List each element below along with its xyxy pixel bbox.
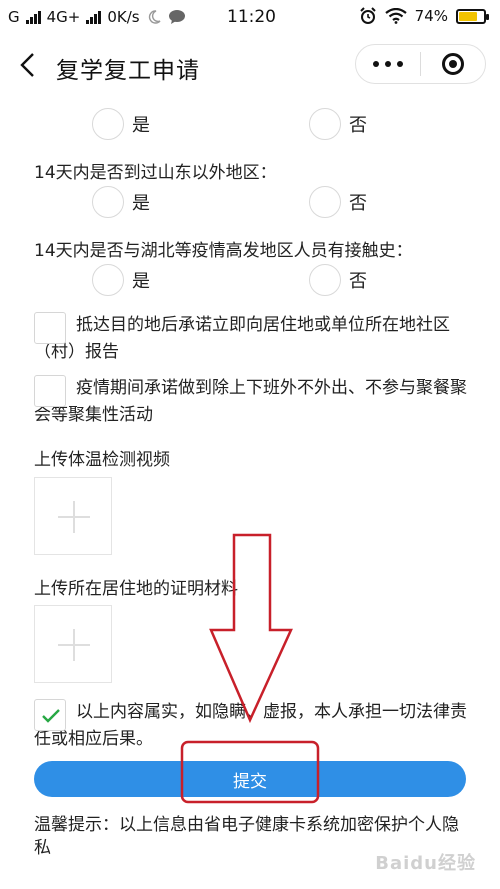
upload-proof-button[interactable] [34, 605, 112, 683]
upload-label-video: 上传体温检测视频 [34, 450, 170, 470]
promise-text: 疫情期间承诺做到除上下班外不外出、不参与聚餐聚会等聚集性活动 [34, 378, 467, 425]
radio-group-q2: 是 否 [0, 186, 500, 222]
nav-bar: 复学复工申请 [0, 34, 500, 96]
signal-icon [25, 10, 41, 24]
submit-label: 提交 [233, 771, 267, 792]
radio-circle [309, 108, 341, 140]
promise-text: 抵达目的地后承诺立即向居住地或单位所在地社区（村）报告 [34, 315, 450, 362]
radio-circle [92, 186, 124, 218]
question-label-q2: 14天内是否到过山东以外地区： [34, 163, 277, 183]
radio-yes-q3[interactable]: 是 [92, 264, 150, 296]
wifi-icon [384, 8, 407, 24]
radio-label: 是 [132, 115, 150, 136]
checkbox[interactable] [34, 375, 66, 407]
radio-no-q1[interactable]: 否 [309, 108, 367, 140]
upload-video-button[interactable] [34, 477, 112, 555]
radio-circle [92, 264, 124, 296]
radio-label: 是 [132, 193, 150, 214]
radio-yes-q1[interactable]: 是 [92, 108, 150, 140]
declaration-text: 以上内容属实，如隐瞒、虚报，本人承担一切法律责任或相应后果。 [34, 702, 467, 749]
target-circle-icon [441, 53, 464, 75]
question-label-q3: 14天内是否与湖北等疫情高发地区人员有接触史： [34, 241, 413, 261]
declaration-checkbox[interactable]: 以上内容属实，如隐瞒、虚报，本人承担一切法律责任或相应后果。 [34, 699, 474, 753]
close-button[interactable] [421, 45, 485, 83]
plus-icon [58, 501, 90, 533]
promise-checkbox-2[interactable]: 疫情期间承诺做到除上下班外不外出、不参与聚餐聚会等聚集性活动 [34, 375, 474, 429]
radio-circle [309, 264, 341, 296]
page-title: 复学复工申请 [56, 58, 200, 84]
status-time: 11:20 [227, 7, 276, 27]
watermark: Baidu经验 [375, 853, 476, 874]
chevron-left-icon[interactable] [12, 48, 46, 82]
status-bar: G 4G+ 0K/s 11:20 74% [0, 0, 500, 34]
alarm-icon [359, 7, 376, 24]
moon-icon [148, 10, 161, 24]
radio-label: 否 [349, 115, 367, 136]
radio-group-q3: 是 否 [0, 264, 500, 300]
radio-label: 是 [132, 271, 150, 292]
radio-circle [92, 108, 124, 140]
carrier-label: G [8, 8, 20, 26]
signal-icon-2 [86, 10, 102, 24]
plus-icon [58, 629, 90, 661]
radio-no-q2[interactable]: 否 [309, 186, 367, 218]
radio-yes-q2[interactable]: 是 [92, 186, 150, 218]
radio-label: 否 [349, 193, 367, 214]
radio-circle [309, 186, 341, 218]
more-dots-icon [373, 61, 403, 67]
checkmark-icon [42, 709, 60, 723]
mini-program-capsule [355, 44, 486, 84]
more-button[interactable] [356, 45, 420, 83]
upload-label-proof: 上传所在居住地的证明材料 [34, 579, 238, 599]
radio-group-q1: 是 否 [0, 108, 500, 144]
promise-checkbox-1[interactable]: 抵达目的地后承诺立即向居住地或单位所在地社区（村）报告 [34, 312, 474, 366]
chat-bubble-icon [168, 10, 185, 24]
radio-no-q3[interactable]: 否 [309, 264, 367, 296]
network-label: 4G+ [46, 8, 81, 26]
speed-label: 0K/s [107, 8, 140, 26]
battery-percent: 74% [414, 7, 448, 25]
battery-fill [459, 11, 477, 21]
battery-icon [456, 8, 489, 24]
radio-label: 否 [349, 271, 367, 292]
checkbox[interactable] [34, 312, 66, 344]
submit-button[interactable]: 提交 [34, 761, 466, 797]
status-right: 74% [359, 7, 489, 25]
status-left: G 4G+ 0K/s [8, 8, 186, 26]
checkbox-checked[interactable] [34, 699, 66, 731]
form-content: 是 否 14天内是否到过山东以外地区： 是 否 14天内是否与湖北等疫情高发地区… [0, 96, 500, 889]
